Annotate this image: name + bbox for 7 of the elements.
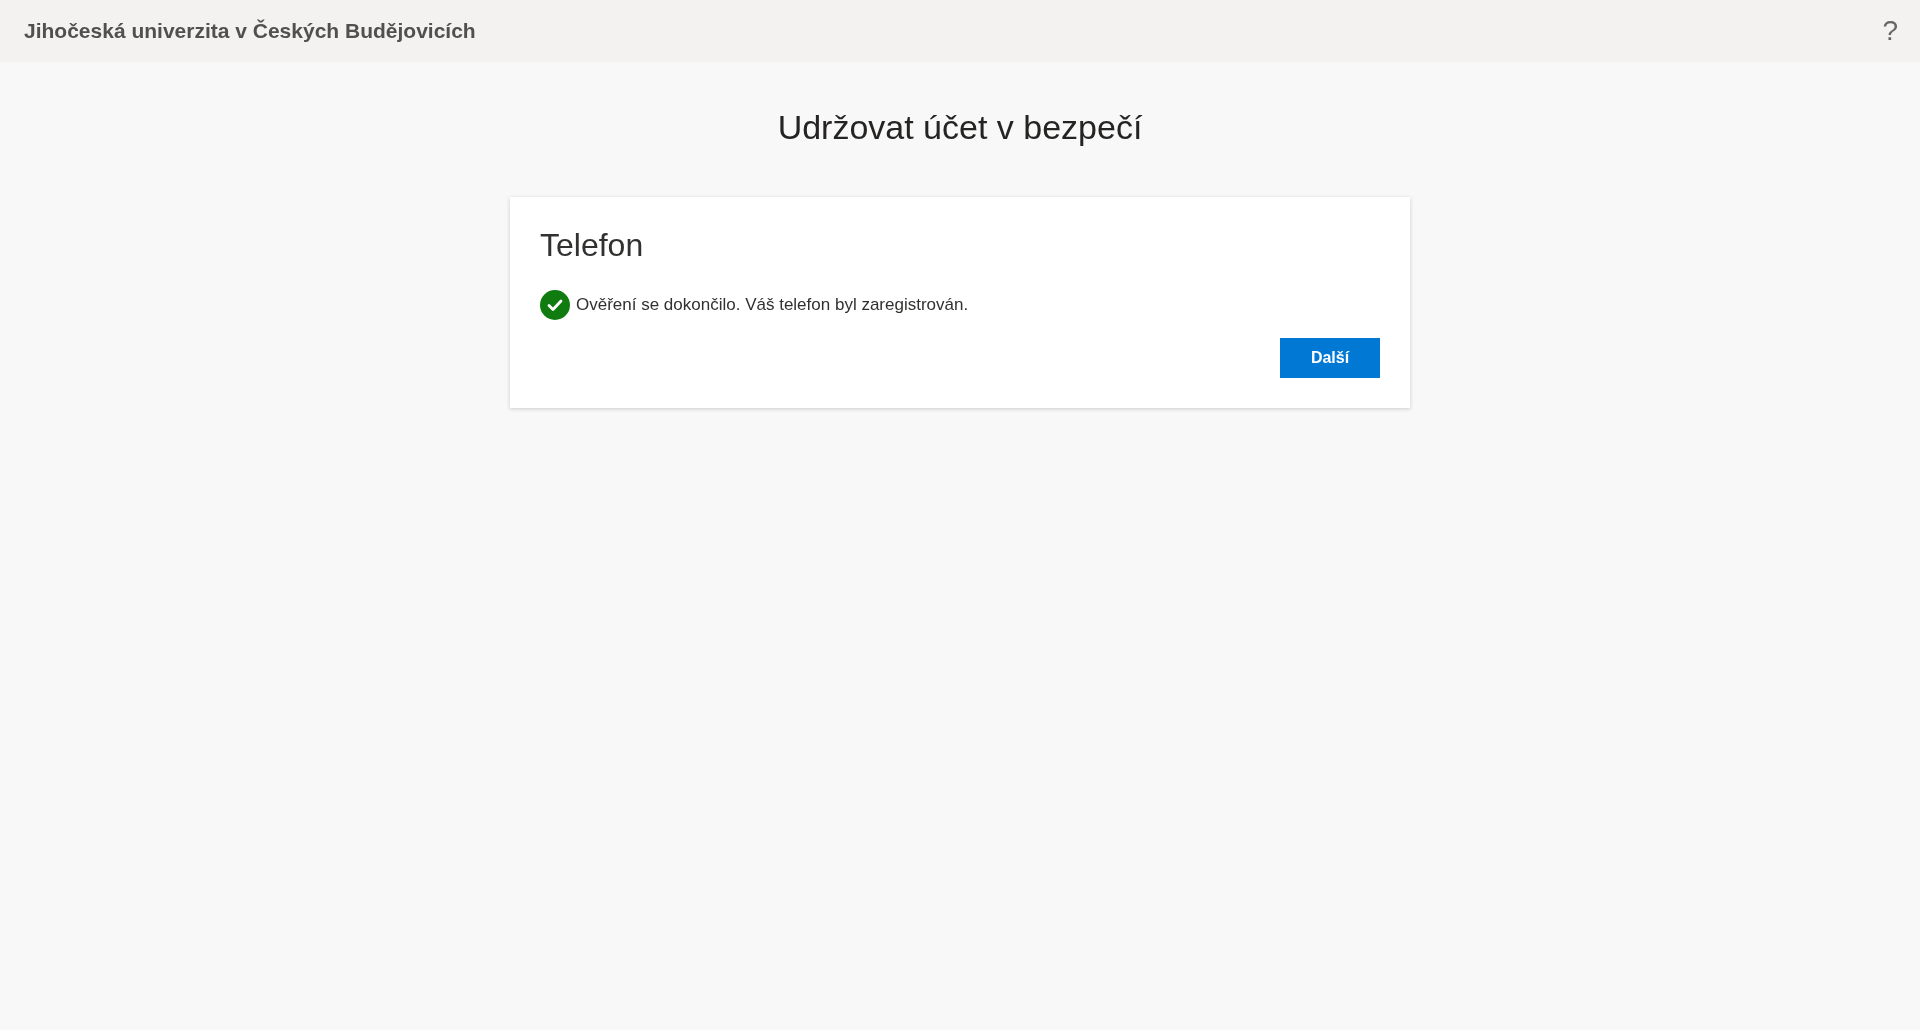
organization-name: Jihočeská univerzita v Českých Budějovicích [24,19,476,43]
status-message: Ověření se dokončilo. Váš telefon byl zaregistrován. [576,295,969,315]
next-button[interactable]: Další [1280,338,1380,378]
card-title: Telefon [540,227,645,264]
page-title: Udržovat účet v bezpečí [777,108,1143,147]
help-link[interactable]: ? [1882,15,1898,47]
success-check-icon [540,290,570,320]
